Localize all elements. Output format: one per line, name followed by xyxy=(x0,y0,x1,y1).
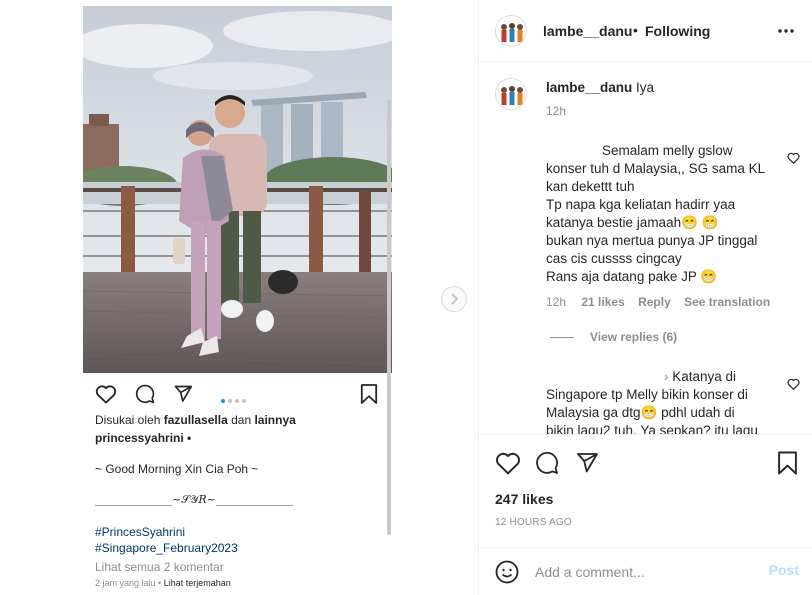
share-icon xyxy=(173,384,193,409)
post-side-panel: lambe__danu • Following lambe__danu Iya … xyxy=(478,0,812,595)
post-header: lambe__danu • Following xyxy=(479,0,812,62)
comment-line: kan dekettt tuh xyxy=(546,179,635,194)
inner-scrollbar xyxy=(387,100,391,535)
comment-likes[interactable]: 21 likes xyxy=(581,295,624,309)
share-icon[interactable] xyxy=(575,451,599,480)
photo-illustration xyxy=(83,6,392,373)
comment-line: Malaysia ga dtg😁 pdhl udah di xyxy=(546,405,735,420)
comment-time: 12h xyxy=(546,295,567,309)
hashtag-singapore: #Singapore_February2023 xyxy=(95,541,238,555)
post-timestamp: 12 HOURS AGO xyxy=(495,517,572,528)
comment-line: Semalam melly gslow xyxy=(602,143,733,158)
bookmark-icon xyxy=(360,384,378,409)
reply-button[interactable]: Reply xyxy=(638,295,671,309)
action-bar: 247 likes 12 HOURS AGO xyxy=(479,434,812,546)
inner-time-line: 2 jam yang lalu • Lihat terjemahan xyxy=(95,578,231,588)
comment-line: bikin lagu2 tuh. Ya sepkan? itu lagu xyxy=(546,423,758,434)
header-separator: • xyxy=(633,22,638,38)
greeting-text: ~ Good Morning Xin Cia Poh ~ xyxy=(95,462,259,476)
comment-icon xyxy=(135,384,155,409)
inner-view-comments: Lihat semua 2 komentar xyxy=(95,560,224,574)
comment-line: konser tuh d Malaysia,, SG sama KL xyxy=(546,161,766,176)
heart-icon xyxy=(95,384,117,409)
comment-line: bukan nya mertua punya JP tinggal xyxy=(546,233,758,248)
inner-author-line: princessyahrini • xyxy=(95,431,192,445)
view-replies-button[interactable]: View replies (6) xyxy=(550,330,677,344)
more-horizontal-icon[interactable] xyxy=(777,22,795,45)
liked-by-line: Disukai oleh fazullasella dan lainnya xyxy=(95,413,296,427)
avatar-image xyxy=(496,16,526,46)
comment-line: Tp napa kga keliatan hadirr yaa xyxy=(546,197,736,212)
chevron-right-icon xyxy=(451,293,459,305)
caption-text: lambe__danu Iya xyxy=(546,80,655,95)
post-photo xyxy=(83,6,392,373)
comment-icon[interactable] xyxy=(535,451,559,480)
comment-like-heart-icon[interactable] xyxy=(787,377,800,395)
emoji-icon[interactable] xyxy=(495,560,519,589)
post-comment-button[interactable]: Post xyxy=(769,562,799,578)
caption-username[interactable]: lambe__danu xyxy=(546,80,632,95)
like-heart-icon[interactable] xyxy=(495,451,521,480)
comment-meta: 12h 21 likes Reply See translation xyxy=(546,295,770,309)
carousel-dots xyxy=(221,390,249,408)
comment-line: › Katanya di xyxy=(664,369,737,384)
reposted-screenshot: Disukai oleh fazullasella dan lainnya pr… xyxy=(83,6,392,595)
comment-line: Rans aja datang pake JP 😁 xyxy=(546,269,718,284)
comment-input[interactable] xyxy=(535,562,755,582)
media-panel: Disukai oleh fazullasella dan lainnya pr… xyxy=(0,0,478,595)
comment-line: katanya bestie jamaah😁 😁 xyxy=(546,215,719,230)
following-button[interactable]: Following xyxy=(645,23,710,39)
add-comment-bar: Post xyxy=(479,547,812,595)
comments-list: lambe__danu Iya 12h Semalam melly gslow … xyxy=(479,62,812,434)
avatar[interactable] xyxy=(495,15,527,47)
caption-avatar[interactable] xyxy=(495,78,527,110)
comment-line: cas cis cussss cingcay xyxy=(546,251,682,266)
save-bookmark-icon[interactable] xyxy=(777,451,798,480)
comment-line: Singapore tp Melly bikin konser di xyxy=(546,387,748,402)
caption-time: 12h xyxy=(546,104,567,118)
see-translation-button[interactable]: See translation xyxy=(684,295,770,309)
avatar-image xyxy=(496,79,526,109)
header-username[interactable]: lambe__danu xyxy=(543,23,632,39)
comment-like-heart-icon[interactable] xyxy=(787,151,800,169)
carousel-next-button[interactable] xyxy=(441,286,467,312)
likes-count[interactable]: 247 likes xyxy=(495,491,553,507)
signature-line: ______________~𝒮𝒴𝑅~______________ xyxy=(95,493,293,506)
hashtag-princessyahrini: #PrincesSyahrini xyxy=(95,525,186,539)
